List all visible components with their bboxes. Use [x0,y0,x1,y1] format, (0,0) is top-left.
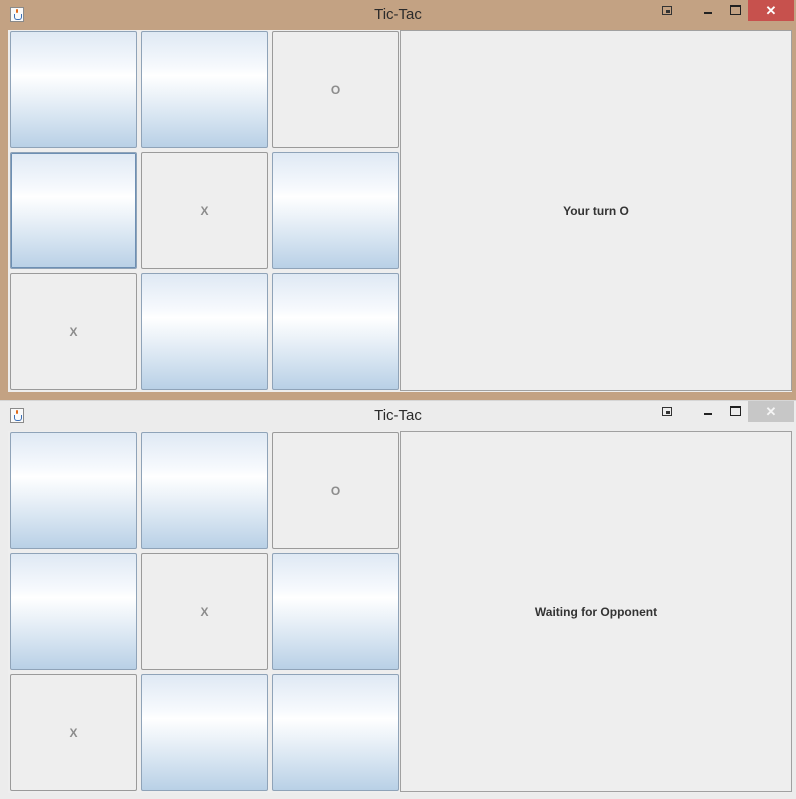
board-cell-9[interactable] [272,273,399,390]
board-cell-2[interactable] [141,432,268,549]
title-bar[interactable]: Tic-Tac ✕ [0,0,796,30]
close-button[interactable]: ✕ [748,0,794,21]
board-cell-3[interactable]: O [272,432,399,549]
close-icon: ✕ [765,3,777,18]
restore-icon [662,407,672,416]
board-cell-7[interactable]: X [10,674,137,791]
window-player-o: Tic-Tac ✕ O X X Your turn O [0,0,796,400]
board-cell-8[interactable] [141,273,268,390]
close-icon: ✕ [765,404,777,419]
minimize-button[interactable] [694,0,722,22]
status-label: Waiting for Opponent [534,604,658,619]
game-area: O X X Waiting for Opponent [8,431,792,793]
minimize-icon [704,12,712,14]
board-cell-4[interactable] [10,553,137,670]
minimize-button[interactable] [694,401,722,423]
close-button[interactable]: ✕ [748,401,794,422]
board-cell-1[interactable] [10,31,137,148]
board-cell-5[interactable]: X [141,152,268,269]
status-panel: Your turn O [400,30,792,391]
board-cell-4[interactable] [10,152,137,269]
maximize-button[interactable] [722,0,748,22]
status-label: Your turn O [563,203,629,218]
board-cell-9[interactable] [272,674,399,791]
maximize-icon [729,5,741,15]
status-panel: Waiting for Opponent [400,431,792,792]
board-cell-5[interactable]: X [141,553,268,670]
title-bar[interactable]: Tic-Tac ✕ [0,401,796,431]
game-area: O X X Your turn O [8,30,792,392]
board-cell-1[interactable] [10,432,137,549]
maximize-icon [729,406,741,416]
window-player-x: Tic-Tac ✕ O X X Waiting for Opponent [0,400,796,799]
board-cell-6[interactable] [272,152,399,269]
minimize-icon [704,413,712,415]
maximize-button[interactable] [722,401,748,423]
restore-button[interactable] [656,401,678,423]
restore-icon [662,6,672,15]
restore-button[interactable] [656,0,678,22]
board-cell-3[interactable]: O [272,31,399,148]
board-cell-6[interactable] [272,553,399,670]
board-cell-2[interactable] [141,31,268,148]
board-cell-8[interactable] [141,674,268,791]
board-cell-7[interactable]: X [10,273,137,390]
